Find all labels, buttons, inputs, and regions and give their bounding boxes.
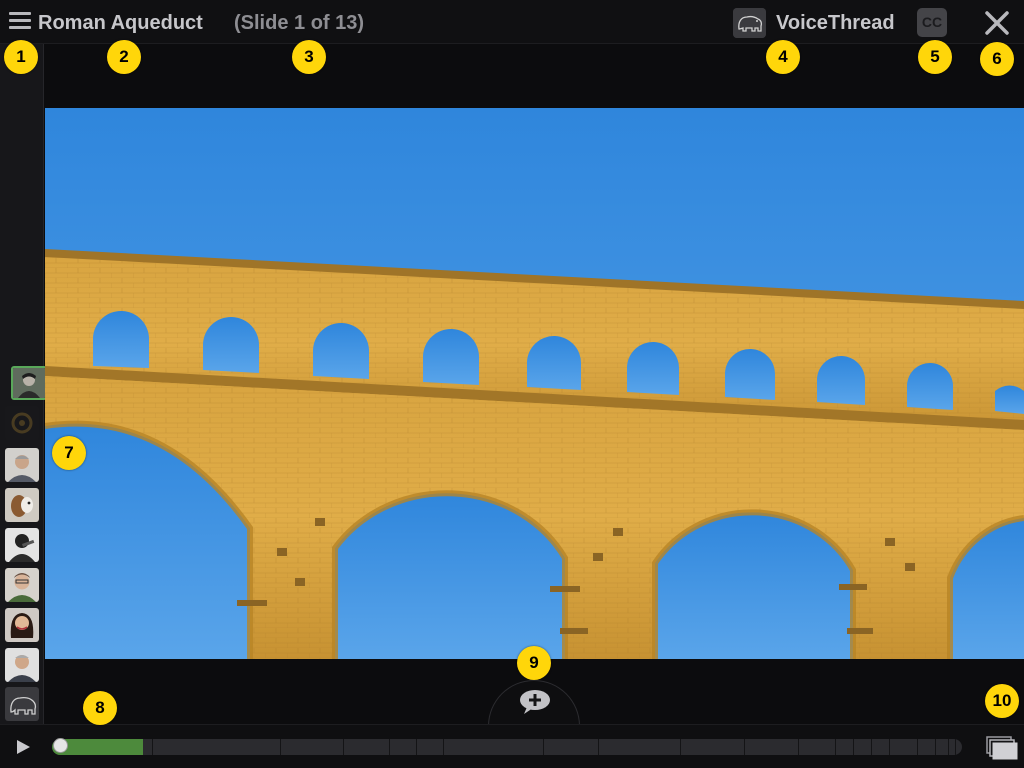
timeline-segment-divider: [343, 739, 345, 755]
commenter-avatar[interactable]: [5, 488, 39, 522]
commenter-avatar[interactable]: [5, 568, 39, 602]
timeline-segment-divider: [954, 739, 956, 755]
timeline-segment-divider: [948, 739, 950, 755]
timeline-segment-divider: [798, 739, 800, 755]
commenter-avatar[interactable]: [5, 648, 39, 682]
playback-bar: [0, 724, 1024, 768]
add-comment-button[interactable]: [488, 680, 580, 726]
slide-image-aqueduct: [45, 108, 1024, 659]
timeline-segment-divider: [889, 739, 891, 755]
timeline-segment-divider: [416, 739, 417, 755]
commenter-avatar[interactable]: [5, 406, 39, 440]
annotation-marker: 9: [517, 646, 551, 680]
play-icon[interactable]: [14, 738, 32, 756]
comment-timeline[interactable]: [52, 739, 962, 755]
timeline-segment-divider: [916, 739, 918, 755]
slides-stack-icon[interactable]: [986, 736, 1018, 760]
timeline-segment-divider: [743, 739, 745, 755]
commenter-avatar[interactable]: [5, 687, 39, 721]
timeline-segment-divider: [679, 739, 681, 755]
annotation-marker: 4: [766, 40, 800, 74]
timeline-scrubber-handle[interactable]: [53, 738, 68, 753]
commenter-sidebar: [0, 44, 47, 724]
hamburger-menu-icon[interactable]: [9, 12, 31, 32]
annotation-marker: 5: [918, 40, 952, 74]
slide-viewer: [45, 44, 1024, 660]
annotation-marker: 10: [985, 684, 1019, 718]
timeline-segment-divider: [834, 739, 836, 755]
annotation-marker: 1: [4, 40, 38, 74]
add-comment-icon: [520, 690, 550, 714]
closed-captions-button[interactable]: CC: [917, 8, 947, 37]
annotation-marker: 8: [83, 691, 117, 725]
annotation-marker: 6: [980, 42, 1014, 76]
annotation-marker: 2: [107, 40, 141, 74]
commenter-avatar[interactable]: [11, 366, 47, 400]
annotation-marker: 3: [292, 40, 326, 74]
close-icon[interactable]: [984, 10, 1010, 36]
commenter-avatar[interactable]: [5, 528, 39, 562]
timeline-segment-divider: [443, 739, 445, 755]
timeline-segment-divider: [598, 739, 599, 755]
voicethread-logo-icon: [733, 8, 766, 38]
timeline-segment-divider: [852, 739, 854, 755]
timeline-segment-divider: [152, 739, 154, 755]
commenter-avatar[interactable]: [5, 608, 39, 642]
page-title: Roman Aqueduct: [38, 12, 203, 34]
commenter-avatar[interactable]: [5, 448, 39, 482]
timeline-segment-divider: [279, 739, 281, 755]
annotation-marker: 7: [52, 436, 86, 470]
slide-counter: (Slide 1 of 13): [234, 12, 365, 34]
top-bar: Roman Aqueduct (Slide 1 of 13) VoiceThre…: [0, 0, 1024, 44]
timeline-segment-divider: [934, 739, 936, 755]
brand-name: VoiceThread: [776, 12, 895, 34]
timeline-segment-divider: [871, 739, 872, 755]
timeline-segment-divider: [388, 739, 390, 755]
voicethread-app: Roman Aqueduct (Slide 1 of 13) VoiceThre…: [0, 0, 1024, 768]
timeline-segment-divider: [543, 739, 545, 755]
